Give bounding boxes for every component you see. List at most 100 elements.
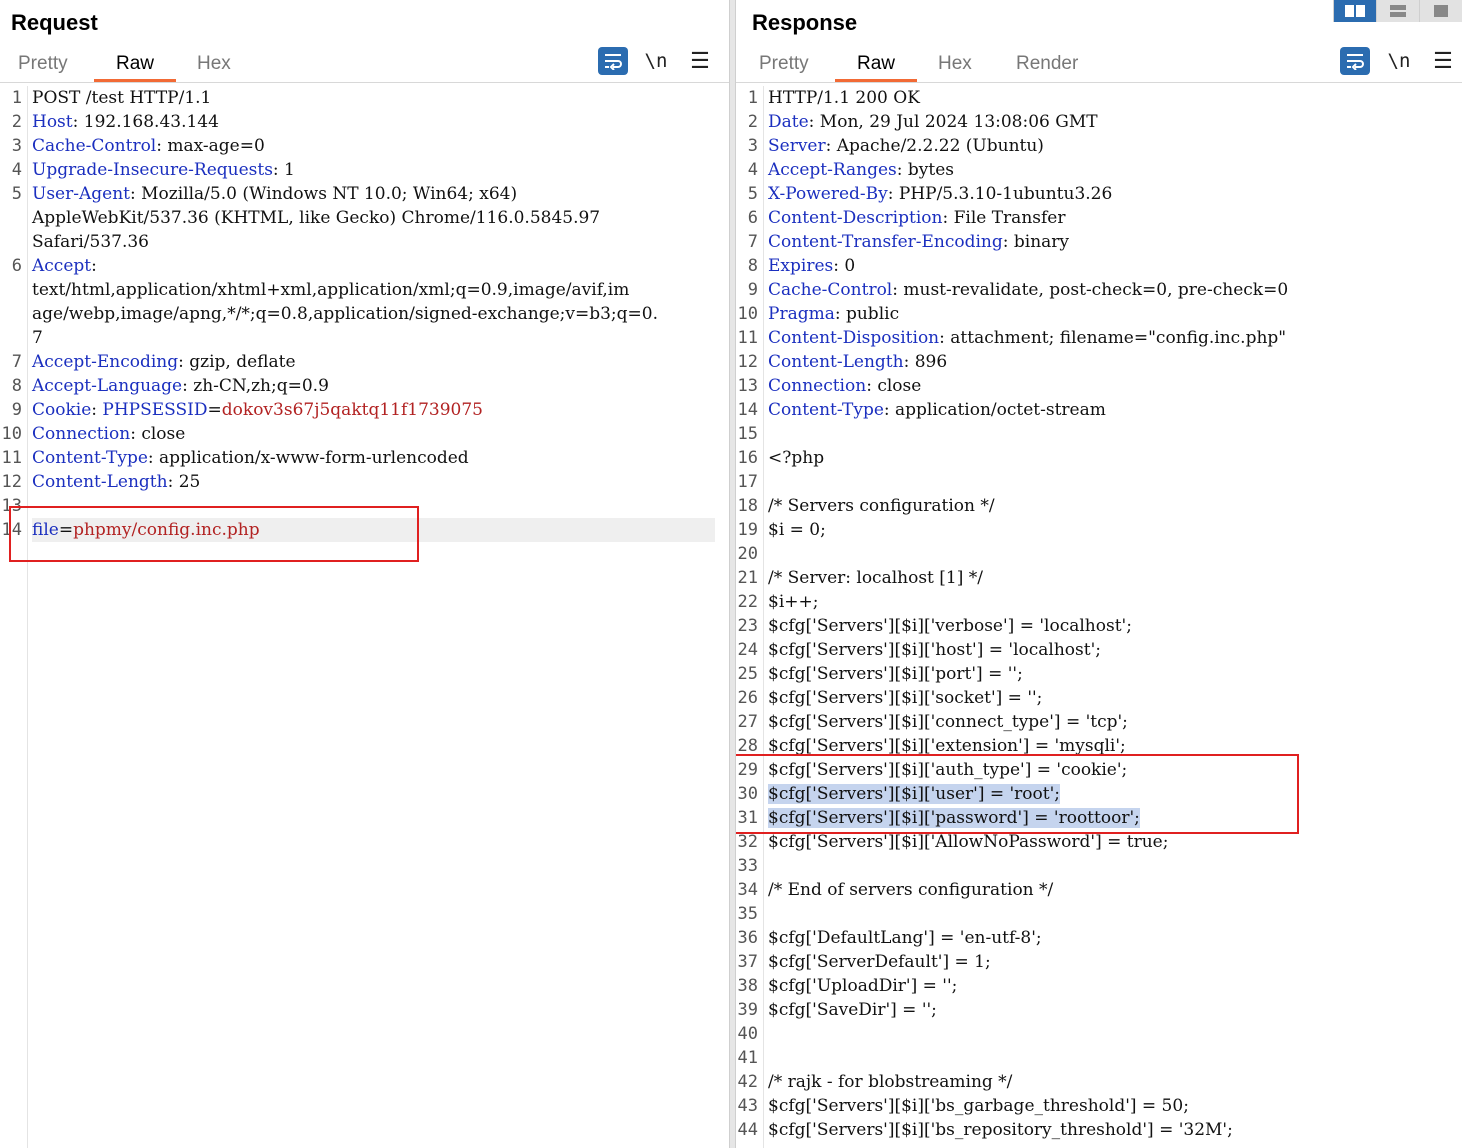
header-key: Cookie	[32, 400, 92, 420]
code-line[interactable]: 29 $cfg['Servers'][$i]['auth_type'] = 'co…	[736, 758, 1462, 782]
code-line[interactable]: 18 /* Servers configuration */	[736, 494, 1462, 518]
code-line[interactable]: 22 $i++;	[736, 590, 1462, 614]
header-key: PHPSESSID	[102, 400, 208, 420]
code-line[interactable]: 21 /* Server: localhost [1] */	[736, 566, 1462, 590]
code-line[interactable]: 7 Accept-Encoding: gzip, deflate	[0, 350, 729, 374]
code-line[interactable]: 5 X-Powered-By: PHP/5.3.10-1ubuntu3.26	[736, 182, 1462, 206]
line-number: 7	[11, 352, 22, 372]
header-key: Connection	[32, 424, 131, 444]
menu-icon[interactable]: ☰	[685, 47, 715, 75]
code-line[interactable]: 7 Content-Transfer-Encoding: binary	[736, 230, 1462, 254]
code-line[interactable]: 4 Upgrade-Insecure-Requests: 1	[0, 158, 729, 182]
code-line[interactable]: 12 Content-Length: 896	[736, 350, 1462, 374]
layout-side-by-side-icon[interactable]	[1333, 0, 1376, 22]
request-editor[interactable]: 1 POST /test HTTP/1.1 2 Host: 192.168.43.14…	[0, 86, 729, 1148]
code-line[interactable]: 9 Cache-Control: must-revalidate, post-ch…	[736, 278, 1462, 302]
code-line[interactable]: 24 $cfg['Servers'][$i]['host'] = 'localho…	[736, 638, 1462, 662]
code-line[interactable]: 13	[0, 494, 729, 518]
code-line[interactable]: 10 Connection: close	[0, 422, 729, 446]
response-editor[interactable]: 1 HTTP/1.1 200 OK 2 Date: Mon, 29 Jul 2024 …	[736, 86, 1462, 1148]
code-text: X-Powered-By: PHP/5.3.10-1ubuntu3.26	[768, 182, 1458, 206]
line-number: 24	[737, 640, 758, 660]
code-line[interactable]: 7	[0, 326, 729, 350]
code-line[interactable]: 2 Date: Mon, 29 Jul 2024 13:08:06 GMT	[736, 110, 1462, 134]
line-number: 10	[737, 304, 758, 324]
tab-hex[interactable]: Hex	[197, 48, 231, 80]
code-line[interactable]: 12 Content-Length: 25	[0, 470, 729, 494]
word-wrap-button[interactable]	[1340, 47, 1370, 75]
tab-raw[interactable]: Raw	[834, 48, 918, 82]
code-line[interactable]: 8 Expires: 0	[736, 254, 1462, 278]
pane-splitter[interactable]	[729, 0, 736, 1148]
tab-hex[interactable]: Hex	[938, 48, 972, 80]
code-token: : Mozilla/5.0 (Windows NT 10.0; Win64; x…	[129, 184, 518, 204]
tab-pretty[interactable]: Pretty	[759, 48, 809, 80]
code-line[interactable]: 1 POST /test HTTP/1.1	[0, 86, 729, 110]
show-newlines-button[interactable]: \n	[1384, 47, 1414, 75]
tab-render[interactable]: Render	[1016, 48, 1078, 80]
code-line[interactable]: 15	[736, 422, 1462, 446]
code-line[interactable]: 19 $i = 0;	[736, 518, 1462, 542]
code-line[interactable]: 23 $cfg['Servers'][$i]['verbose'] = 'loca…	[736, 614, 1462, 638]
code-line[interactable]: 3 Server: Apache/2.2.22 (Ubuntu)	[736, 134, 1462, 158]
code-line[interactable]: 5 User-Agent: Mozilla/5.0 (Windows NT 10.…	[0, 182, 729, 206]
code-line[interactable]: 11 Content-Disposition: attachment; filen…	[736, 326, 1462, 350]
code-line[interactable]: 11 Content-Type: application/x-www-form-u…	[0, 446, 729, 470]
line-number: 21	[737, 568, 758, 588]
code-line[interactable]: 44 $cfg['Servers'][$i]['bs_repository_thr…	[736, 1118, 1462, 1142]
code-line[interactable]: 2 Host: 192.168.43.144	[0, 110, 729, 134]
code-line[interactable]: text/html,application/xhtml+xml,applicat…	[0, 278, 729, 302]
code-line[interactable]: 34 /* End of servers configuration */	[736, 878, 1462, 902]
code-line[interactable]: Safari/537.36	[0, 230, 729, 254]
code-line[interactable]: 10 Pragma: public	[736, 302, 1462, 326]
code-line[interactable]: 39 $cfg['SaveDir'] = '';	[736, 998, 1462, 1022]
tab-raw[interactable]: Raw	[93, 48, 177, 82]
code-line[interactable]: 14 Content-Type: application/octet-stream	[736, 398, 1462, 422]
line-number: 27	[737, 712, 758, 732]
layout-single-icon[interactable]	[1419, 0, 1462, 22]
code-line[interactable]: 8 Accept-Language: zh-CN,zh;q=0.9	[0, 374, 729, 398]
code-line[interactable]: 13 Connection: close	[736, 374, 1462, 398]
line-number: 19	[737, 520, 758, 540]
code-line[interactable]: 3 Cache-Control: max-age=0	[0, 134, 729, 158]
code-line[interactable]: 9 Cookie: PHPSESSID=dokov3s67j5qaktq11f17…	[0, 398, 729, 422]
line-number: 28	[737, 736, 758, 756]
code-line[interactable]: AppleWebKit/537.36 (KHTML, like Gecko) C…	[0, 206, 729, 230]
tab-pretty[interactable]: Pretty	[18, 48, 68, 80]
layout-stacked-icon[interactable]	[1376, 0, 1419, 22]
code-line[interactable]: 42 /* rajk - for blobstreaming */	[736, 1070, 1462, 1094]
code-line[interactable]: 33	[736, 854, 1462, 878]
code-line[interactable]: 25 $cfg['Servers'][$i]['port'] = '';	[736, 662, 1462, 686]
code-line[interactable]: 35	[736, 902, 1462, 926]
code-line[interactable]: 4 Accept-Ranges: bytes	[736, 158, 1462, 182]
header-key: Expires	[768, 256, 834, 276]
code-line[interactable]: 30 $cfg['Servers'][$i]['user'] = 'root';	[736, 782, 1462, 806]
code-line[interactable]: 1 HTTP/1.1 200 OK	[736, 86, 1462, 110]
line-number: 12	[1, 472, 22, 492]
code-line[interactable]: 28 $cfg['Servers'][$i]['extension'] = 'my…	[736, 734, 1462, 758]
code-line[interactable]: age/webp,image/apng,*/*;q=0.8,applicatio…	[0, 302, 729, 326]
code-line[interactable]: 38 $cfg['UploadDir'] = '';	[736, 974, 1462, 998]
code-line[interactable]: 26 $cfg['Servers'][$i]['socket'] = '';	[736, 686, 1462, 710]
code-line[interactable]: 14 file=phpmy/config.inc.php	[0, 518, 729, 542]
word-wrap-button[interactable]	[598, 47, 628, 75]
code-line[interactable]: 16 <?php	[736, 446, 1462, 470]
header-key: Accept-Language	[32, 376, 183, 396]
code-line[interactable]: 6 Content-Description: File Transfer	[736, 206, 1462, 230]
code-line[interactable]: 40	[736, 1022, 1462, 1046]
line-number: 11	[1, 448, 22, 468]
side-panel-watermark	[1442, 22, 1462, 442]
code-line[interactable]: 32 $cfg['Servers'][$i]['AllowNoPassword']…	[736, 830, 1462, 854]
code-line[interactable]: 36 $cfg['DefaultLang'] = 'en-utf-8';	[736, 926, 1462, 950]
code-text: Content-Type: application/x-www-form-url…	[32, 446, 725, 470]
code-text: Pragma: public	[768, 302, 1458, 326]
code-line[interactable]: 6 Accept:	[0, 254, 729, 278]
code-line[interactable]: 41	[736, 1046, 1462, 1070]
code-line[interactable]: 17	[736, 470, 1462, 494]
code-line[interactable]: 43 $cfg['Servers'][$i]['bs_garbage_thresh…	[736, 1094, 1462, 1118]
code-line[interactable]: 20	[736, 542, 1462, 566]
code-line[interactable]: 37 $cfg['ServerDefault'] = 1;	[736, 950, 1462, 974]
code-line[interactable]: 27 $cfg['Servers'][$i]['connect_type'] = …	[736, 710, 1462, 734]
code-line[interactable]: 31 $cfg['Servers'][$i]['password'] = 'roo…	[736, 806, 1462, 830]
show-newlines-button[interactable]: \n	[641, 47, 671, 75]
